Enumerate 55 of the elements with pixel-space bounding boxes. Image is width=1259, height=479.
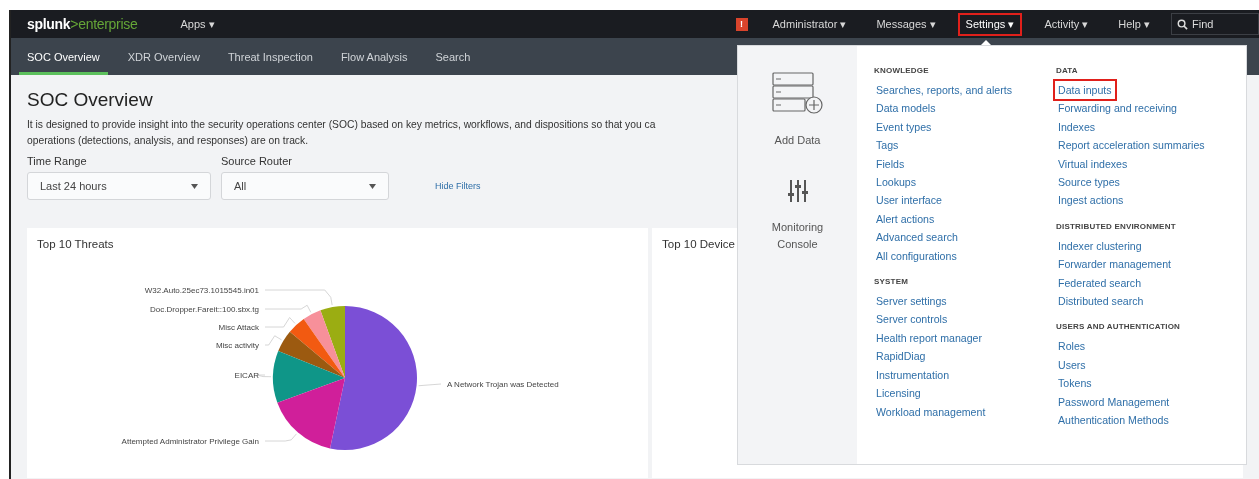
leader-line <box>264 317 296 328</box>
filter-label: Source Router <box>221 155 293 167</box>
alert-badge[interactable]: ! <box>735 17 748 31</box>
search-icon <box>1177 19 1188 30</box>
slice-label: Doc.Dropper.Fareit::100.sbx.tg <box>150 305 259 314</box>
section-heading: KNOWLEDGE <box>874 66 929 75</box>
nav-tab[interactable]: Flow Analysis <box>332 38 416 75</box>
page-description: operations (detections, analysis, and responses) are on track. <box>27 134 309 148</box>
pie-slice[interactable] <box>320 306 345 378</box>
nav-tab[interactable]: XDR Overview <box>119 38 208 75</box>
panel-title: Top 10 Device <box>662 238 735 250</box>
top-menu[interactable]: Help ▾ <box>1110 12 1158 36</box>
apps-menu[interactable]: Apps ▾ <box>172 12 223 36</box>
logo[interactable]: splunk>enterprise <box>27 16 138 32</box>
menu-shortcut[interactable]: Monitoring Console <box>757 179 838 253</box>
top-menu[interactable]: Administrator ▾ <box>764 12 855 36</box>
pie-slice[interactable] <box>273 351 345 403</box>
filter-label: Time Range <box>27 155 88 167</box>
pie-slice[interactable] <box>277 378 345 449</box>
slice-label: Misc Attack <box>218 323 259 332</box>
leader-line <box>264 335 282 346</box>
filter-dropdown[interactable]: Last 24 hours <box>27 172 211 200</box>
leader-line <box>264 433 297 442</box>
add-data-icon <box>771 72 824 116</box>
nav-tab[interactable]: Threat Inspection <box>219 38 321 75</box>
pie-slice[interactable] <box>278 331 345 378</box>
slice-label: EICAR <box>234 371 259 380</box>
top-menu[interactable]: Activity ▾ <box>1036 12 1097 36</box>
menu-shortcut[interactable]: Add Data <box>757 72 838 149</box>
panel-title: Top 10 Threats <box>37 238 114 250</box>
filter-dropdown[interactable]: All <box>221 172 389 200</box>
pie-slice[interactable] <box>303 310 345 378</box>
page-description: It is designed to provide insight into the security operations center (SOC) based on key metrics, workflows, and dispositions so that you ca <box>27 118 656 132</box>
section-heading: DATA <box>1056 66 1078 75</box>
top-menu[interactable]: Settings ▾ <box>957 12 1023 36</box>
pie-slice[interactable] <box>289 319 345 378</box>
section-heading: SYSTEM <box>874 277 909 287</box>
slice-label: W32.Auto.25ec73.1015545.in01 <box>144 286 259 295</box>
hide-filters-link[interactable]: Hide Filters <box>429 180 487 192</box>
caret-icon <box>369 183 376 189</box>
sliders-icon <box>787 179 808 203</box>
slice-label: Attempted Administrator Privilege Gain <box>121 437 259 446</box>
page-title: SOC Overview <box>27 89 153 111</box>
caret-icon <box>191 183 198 189</box>
menu-link[interactable]: Data inputs <box>1053 79 1117 102</box>
slice-label: Misc activity <box>215 341 259 350</box>
nav-tab[interactable]: Search <box>427 38 479 75</box>
slice-label: A Network Trojan was Detected <box>447 380 559 389</box>
section-heading: DISTRIBUTED ENVIRONMENT <box>1056 221 1176 231</box>
search-field[interactable]: Find <box>1171 13 1259 35</box>
leader-line <box>418 383 442 387</box>
pie-slice[interactable] <box>330 306 417 450</box>
top-menu[interactable]: Messages ▾ <box>868 12 944 36</box>
nav-tab[interactable]: SOC Overview <box>19 38 108 75</box>
section-heading: USERS AND AUTHENTICATION <box>1056 322 1181 332</box>
